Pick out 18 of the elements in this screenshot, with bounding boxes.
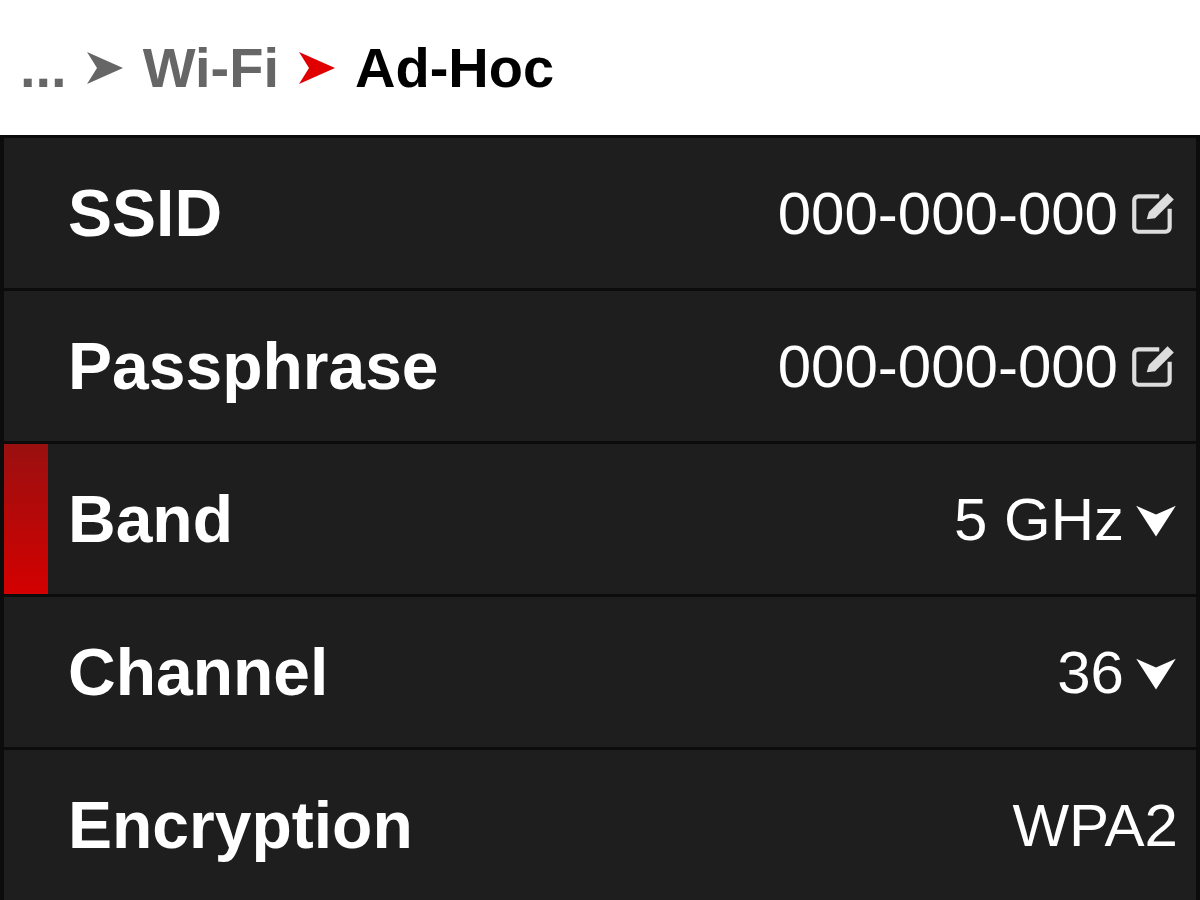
setting-row[interactable]: Passphrase 000-000-000: [4, 291, 1196, 441]
breadcrumb-item[interactable]: Ad-Hoc: [355, 35, 555, 100]
setting-label: SSID: [68, 175, 224, 251]
setting-value: 000-000-000: [777, 331, 1118, 401]
setting-value: 000-000-000: [777, 178, 1118, 248]
setting-label: Band: [68, 481, 234, 557]
setting-label: Passphrase: [68, 328, 440, 404]
setting-label: Channel: [68, 634, 330, 710]
setting-value: 5 GHz: [953, 484, 1124, 554]
breadcrumb-item[interactable]: Wi-Fi: [142, 35, 280, 100]
setting-row[interactable]: Encryption WPA2: [4, 750, 1196, 900]
setting-row[interactable]: Band 5 GHz: [4, 444, 1196, 594]
breadcrumb-item[interactable]: ...: [20, 35, 67, 100]
setting-value: WPA2: [1012, 790, 1178, 860]
setting-row[interactable]: SSID 000-000-000: [4, 138, 1196, 288]
setting-value: 36: [1057, 637, 1124, 707]
setting-row[interactable]: Channel 36: [4, 597, 1196, 747]
setting-label: Encryption: [68, 787, 414, 863]
